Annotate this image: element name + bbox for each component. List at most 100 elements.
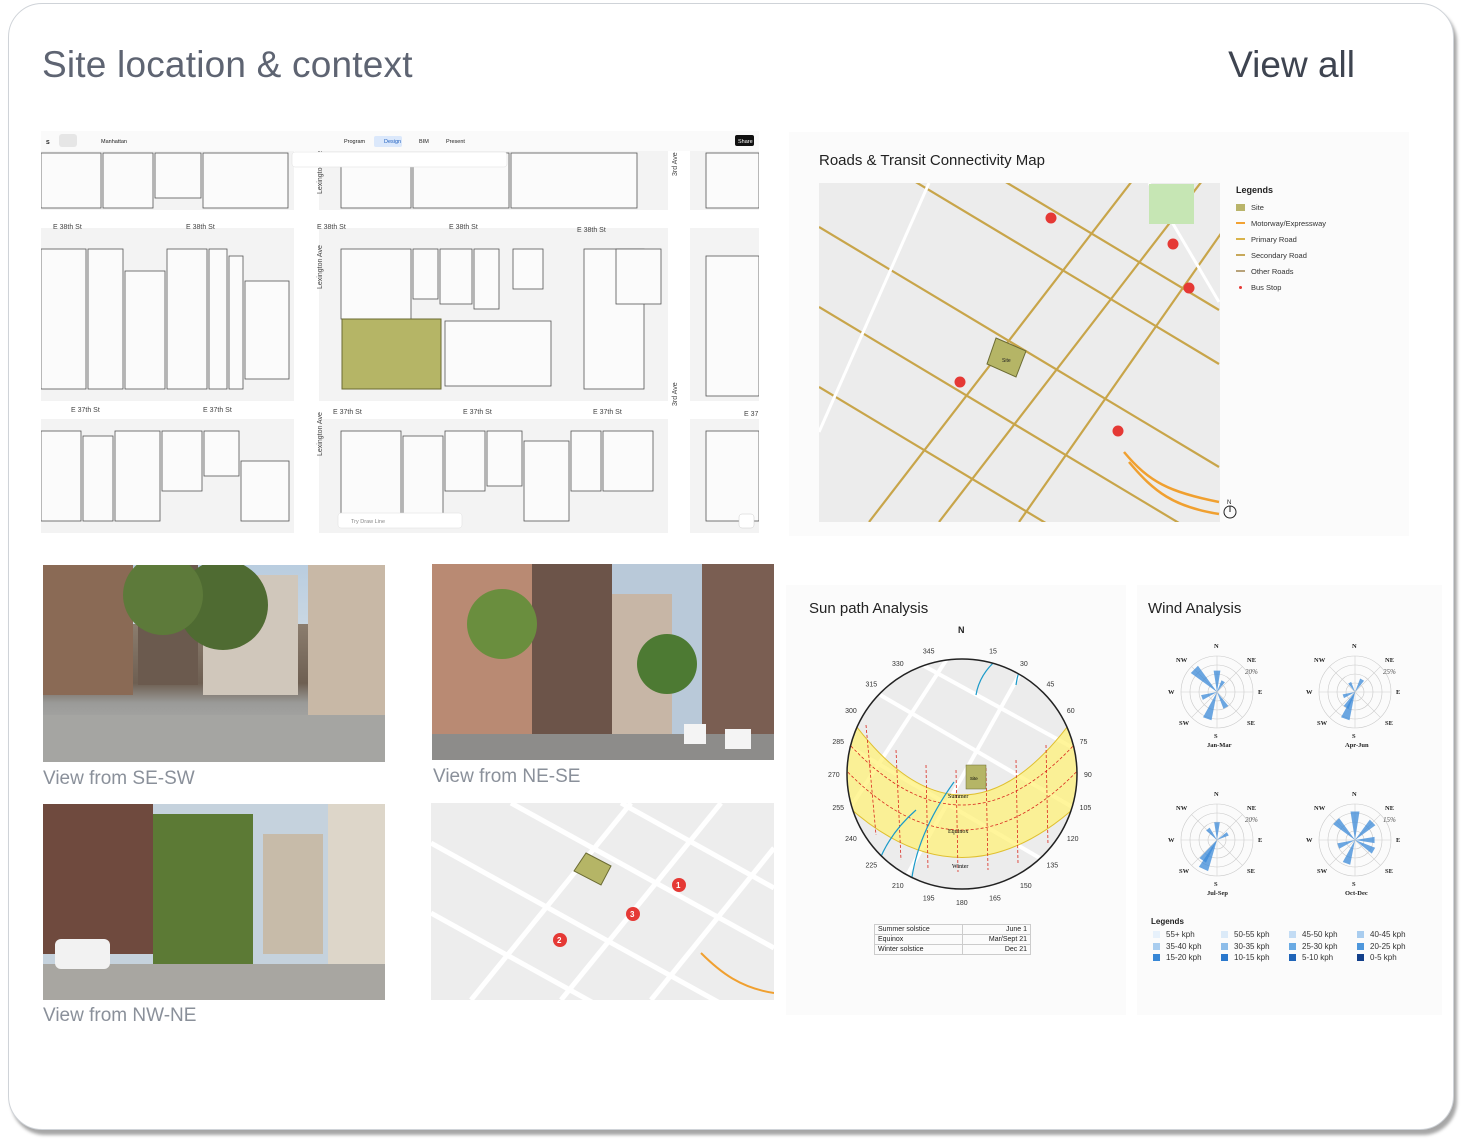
- wind-dir-label: SE: [1385, 868, 1393, 875]
- wind-dir-label: SW: [1317, 720, 1328, 727]
- wind-legend-item: 50-55 kph: [1221, 930, 1289, 942]
- wind-dir-label: E: [1396, 689, 1400, 696]
- wind-dir-label: N: [1352, 791, 1357, 798]
- roads-legend-title: Legends: [1236, 185, 1274, 195]
- wind-dir-label: SW: [1179, 868, 1190, 875]
- wind-dir-label: NW: [1314, 657, 1326, 664]
- photo-se-sw[interactable]: [43, 565, 385, 762]
- tab-design[interactable]: Design: [384, 139, 401, 145]
- marker-label[interactable]: 3: [630, 910, 635, 919]
- solstice-date: Mar/Sept 21: [962, 934, 1031, 945]
- wind-legend-item: 30-35 kph: [1221, 942, 1289, 954]
- draw-toolbar[interactable]: [291, 151, 508, 168]
- wind-dir-label: S: [1214, 733, 1218, 740]
- tab-bim[interactable]: BIM: [419, 139, 429, 145]
- project-name[interactable]: Manhattan: [101, 139, 127, 145]
- wind-petal: [1355, 678, 1365, 692]
- roads-legend-item: Secondary Road: [1236, 247, 1326, 263]
- legend-label: Other Roads: [1251, 266, 1294, 276]
- wind-dir-label: NW: [1176, 657, 1188, 664]
- bearing-label: 150: [1020, 883, 1032, 890]
- bearing-label: 45: [1047, 682, 1055, 689]
- roads-legend-item: Motorway/Expressway: [1236, 215, 1326, 231]
- bearing-label: 300: [845, 708, 857, 715]
- wind-scale-label: 20%: [1245, 816, 1258, 824]
- legend-swatch: [1289, 954, 1296, 962]
- site-map[interactable]: E 38th St E 38th St E 38th St E 38th St …: [41, 131, 759, 533]
- solstice-date: June 1: [962, 924, 1031, 935]
- key-map[interactable]: 1 2 3: [431, 803, 774, 1000]
- legend-swatch: [1153, 954, 1160, 962]
- legend-swatch: [1357, 942, 1364, 950]
- bearing-label: 135: [1047, 863, 1059, 870]
- solstice-row: Equinox Mar/Sept 21: [873, 934, 1031, 945]
- tab-present[interactable]: Present: [446, 139, 465, 145]
- roads-legend: Legends Site Motorway/Expressway Primary R…: [1236, 185, 1326, 295]
- legend-swatch: [1153, 942, 1160, 950]
- share-button[interactable]: Share: [738, 139, 753, 145]
- wind-dir-label: NW: [1314, 805, 1326, 812]
- site-editor: E 38th St E 38th St E 38th St E 38th St …: [41, 131, 759, 533]
- wind-petal: [1333, 818, 1355, 840]
- bearing-label: 270: [828, 772, 840, 779]
- solstice-event: Equinox: [873, 934, 964, 945]
- wind-dir-label: SE: [1247, 868, 1255, 875]
- roads-map-panel: Roads & Transit Connectivity Map Site N …: [789, 132, 1409, 536]
- legend-swatch: [1239, 285, 1242, 289]
- photo-nw-ne[interactable]: [43, 804, 385, 1000]
- legend-swatch: [1289, 931, 1296, 939]
- legend-swatch: [1357, 954, 1364, 962]
- legend-label: 10-15 kph: [1234, 953, 1270, 962]
- street-label: E 38th St: [53, 224, 82, 231]
- bearing-label: 255: [832, 805, 844, 812]
- wind-petal: [1355, 819, 1376, 840]
- street-label: 3rd Ave: [672, 382, 679, 406]
- legend-swatch: [1153, 931, 1160, 939]
- wind-legend-item: 25-30 kph: [1289, 942, 1357, 954]
- solstice-table: Summer solstice June 1 Equinox Mar/Sept 21 W…: [873, 924, 1031, 955]
- bearing-label: 75: [1080, 739, 1088, 746]
- wind-legend-item: 20-25 kph: [1357, 942, 1425, 954]
- bearing-label: 345: [923, 648, 935, 655]
- app-logo-icon[interactable]: S: [46, 140, 50, 146]
- legend-label: 5-10 kph: [1302, 953, 1334, 962]
- wind-dir-label: S: [1214, 881, 1218, 888]
- street-label: E 38th St: [577, 227, 606, 234]
- legend-label: 40-45 kph: [1370, 930, 1406, 939]
- wind-legend-item: 40-45 kph: [1357, 930, 1425, 942]
- photo-ne-se[interactable]: [432, 564, 774, 760]
- wind-period-label: Oct-Dec: [1345, 890, 1368, 897]
- wind-petal: [1190, 665, 1217, 692]
- bearing-label: 210: [892, 883, 904, 890]
- marker-label[interactable]: 1: [676, 881, 681, 890]
- view-all-link[interactable]: View all: [1228, 44, 1355, 86]
- layers-button[interactable]: [738, 513, 755, 529]
- wind-dir-label: E: [1258, 689, 1262, 696]
- sun-north-label: N: [958, 625, 965, 635]
- bearing-label: 240: [845, 836, 857, 843]
- wind-dir-label: SW: [1179, 720, 1190, 727]
- bearing-label: 90: [1084, 772, 1092, 779]
- street-label: E 37th St: [71, 407, 100, 414]
- bearing-label: 330: [892, 661, 904, 668]
- street-label: 3rd Ave: [672, 152, 679, 176]
- wind-rose: N NE E SE S SW W NW 20% Jul-Sep: [1168, 791, 1262, 897]
- legend-label: 30-35 kph: [1234, 941, 1270, 951]
- street-label: E 37th St: [333, 409, 362, 416]
- wind-period-label: Jul-Sep: [1207, 890, 1228, 897]
- wind-rose: N NE E SE S SW W NW 20% Jan-Mar: [1168, 643, 1262, 749]
- bearing-label: 180: [956, 900, 968, 907]
- solstice-date: Dec 21: [962, 944, 1031, 955]
- wind-dir-label: S: [1352, 881, 1356, 888]
- photo-caption: View from NW-NE: [43, 1005, 197, 1026]
- legend-swatch: [1357, 931, 1364, 939]
- wind-dir-label: W: [1306, 689, 1313, 696]
- wind-rose: N NE E SE S SW W NW 25% Apr-Jun: [1306, 643, 1400, 749]
- wind-dir-label: SW: [1317, 868, 1328, 875]
- tab-program[interactable]: Program: [344, 139, 366, 145]
- wind-legend-item: 55+ kph: [1153, 930, 1221, 942]
- wind-legend: 55+ kph 50-55 kph 45-50 kph 40-45 kph 35-40 …: [1153, 930, 1442, 965]
- marker-label[interactable]: 2: [557, 936, 562, 945]
- street-photo: [43, 804, 385, 1000]
- legend-label: 50-55 kph: [1234, 930, 1270, 939]
